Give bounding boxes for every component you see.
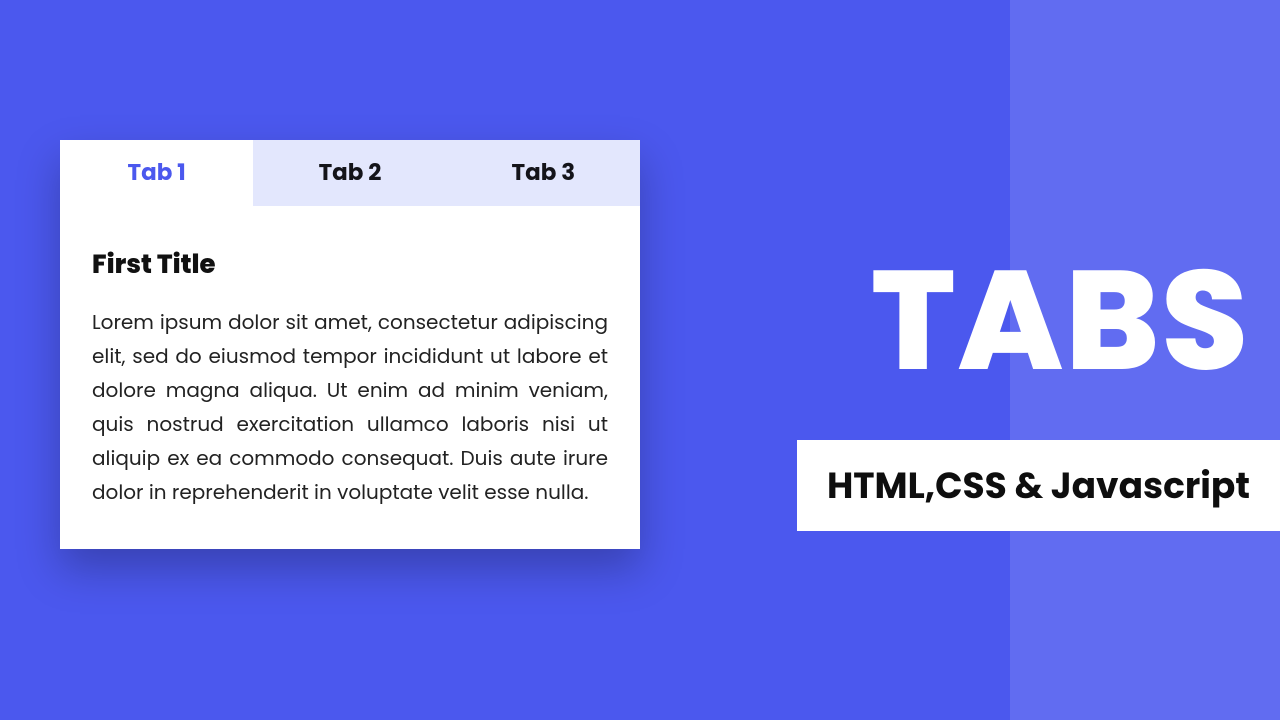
hero-subtitle: HTML,CSS & Javascript <box>827 460 1250 511</box>
tab-2[interactable]: Tab 2 <box>253 140 446 206</box>
tabs-card: Tab 1 Tab 2 Tab 3 First Title Lorem ipsu… <box>60 140 640 549</box>
tab-3[interactable]: Tab 3 <box>447 140 640 206</box>
tab-content: First Title Lorem ipsum dolor sit amet, … <box>60 206 640 549</box>
content-title: First Title <box>92 246 608 285</box>
tab-1[interactable]: Tab 1 <box>60 140 253 206</box>
hero-title: TABS <box>871 250 1250 390</box>
content-body: Lorem ipsum dolor sit amet, consectetur … <box>92 305 608 509</box>
hero-subtitle-box: HTML,CSS & Javascript <box>797 440 1280 531</box>
tab-header: Tab 1 Tab 2 Tab 3 <box>60 140 640 206</box>
